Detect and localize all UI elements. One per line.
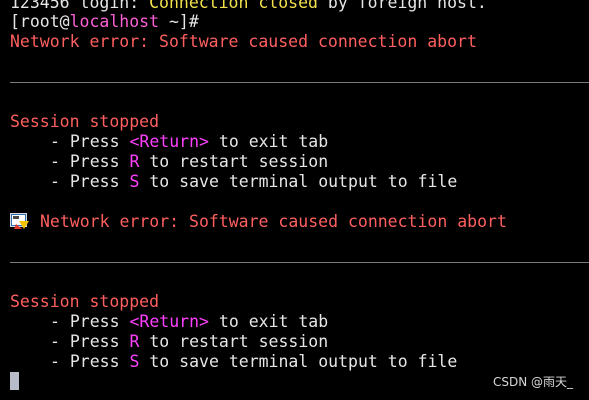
hint-save: - Press S to save terminal output to fil… [50, 172, 458, 191]
hint-restart-2: - Press R to restart session [50, 332, 329, 351]
return-key-2: <Return> [129, 312, 209, 331]
s-key-2: S [129, 352, 140, 371]
warning-icon [10, 212, 30, 230]
prompt-tail: ~]# [159, 12, 199, 31]
session-stopped-label-2: Session stopped [10, 292, 160, 311]
prompt-user: [root@ [10, 12, 70, 31]
separator-line-2 [10, 262, 589, 263]
return-key: <Return> [129, 132, 209, 151]
login-prefix: 123456 login: [10, 0, 150, 12]
hint-return: - Press <Return> to exit tab [50, 132, 329, 151]
login-suffix: by foreign host. [317, 0, 487, 12]
r-key: R [129, 152, 140, 171]
watermark-text: CSDN @雨天_ [492, 375, 573, 389]
shell-prompt: [root@localhost ~]# [10, 12, 199, 32]
separator-line [10, 82, 589, 83]
network-error-message: Network error: Software caused connectio… [10, 32, 477, 51]
hint-save-2: - Press S to save terminal output to fil… [50, 352, 458, 371]
prompt-host: localhost [69, 12, 160, 31]
hint-restart: - Press R to restart session [50, 152, 329, 171]
terminal-window[interactable]: 123456 login: Connection closed by forei… [0, 0, 589, 400]
connection-closed-text: Connection closed [149, 0, 318, 12]
s-key: S [129, 172, 140, 191]
terminal-cursor[interactable] [10, 372, 19, 390]
hint-return-2: - Press <Return> to exit tab [50, 312, 329, 331]
network-error-message-2: Network error: Software caused connectio… [40, 212, 507, 231]
r-key-2: R [129, 332, 140, 351]
session-stopped-label: Session stopped [10, 112, 160, 131]
